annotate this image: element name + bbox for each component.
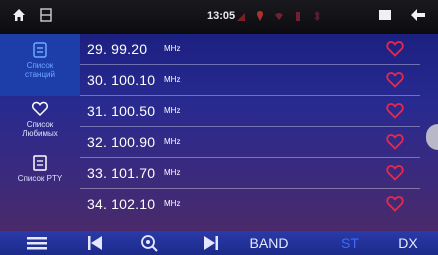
list-item[interactable]: 29. 99.20 MHz <box>80 34 420 65</box>
station-index: 31. <box>87 103 108 119</box>
clock: 13:05 <box>207 10 236 22</box>
frequency-unit: MHz <box>164 44 181 53</box>
scan-button[interactable] <box>134 231 164 255</box>
favorite-heart-icon[interactable] <box>386 133 404 150</box>
station-index: 30. <box>87 72 108 88</box>
list-item[interactable]: 30. 100.10 MHz <box>80 65 420 96</box>
heart-outline-icon <box>32 101 48 117</box>
dx-button[interactable]: DX <box>390 231 426 255</box>
favorite-heart-icon[interactable] <box>386 71 404 88</box>
favorite-heart-icon[interactable] <box>386 40 404 57</box>
station-frequency: 100.50 <box>111 103 156 119</box>
sidebar-item-stations[interactable]: Список станций <box>0 34 80 96</box>
favorite-heart-icon[interactable] <box>386 102 404 119</box>
station-frequency: 100.90 <box>111 134 156 150</box>
location-icon <box>255 9 265 27</box>
next-icon <box>204 236 218 250</box>
window-icon[interactable] <box>378 8 392 27</box>
list-item[interactable]: 31. 100.50 MHz <box>80 96 420 127</box>
station-index: 29. <box>87 41 108 57</box>
station-index: 33. <box>87 165 108 181</box>
card-icon[interactable] <box>40 7 52 27</box>
scroll-handle[interactable] <box>426 124 438 150</box>
favorite-heart-icon[interactable] <box>386 164 404 181</box>
menu-icon <box>27 237 47 250</box>
next-button[interactable] <box>196 231 226 255</box>
signal-icon <box>236 9 246 27</box>
frequency-unit: MHz <box>164 137 181 146</box>
sidebar-item-favorites[interactable]: Список Любимых <box>0 100 80 152</box>
sidebar-item-pty[interactable]: Список PTY <box>0 154 80 194</box>
document-icon <box>33 155 47 171</box>
back-icon[interactable] <box>410 8 426 27</box>
stereo-button[interactable]: ST <box>334 231 366 255</box>
station-index: 32. <box>87 134 108 150</box>
list-item[interactable]: 32. 100.90 MHz <box>80 127 420 158</box>
scan-icon <box>141 235 158 252</box>
menu-button[interactable] <box>22 231 52 255</box>
previous-button[interactable] <box>80 231 110 255</box>
sidebar-item-label: Список PTY <box>17 174 63 183</box>
sidebar-item-label: Список Любимых <box>22 120 58 138</box>
main-panel: Список станций Список Любимых Список PTY… <box>0 34 438 231</box>
favorite-heart-icon[interactable] <box>386 195 404 212</box>
frequency-unit: MHz <box>164 106 181 115</box>
battery-icon <box>293 9 303 27</box>
band-label: BAND <box>249 235 289 251</box>
frequency-unit: MHz <box>164 75 181 84</box>
station-frequency: 99.20 <box>111 41 148 57</box>
status-bar: 13:05 <box>0 0 438 34</box>
list-item[interactable]: 34. 102.10 MHz <box>80 189 420 220</box>
list-item[interactable]: 33. 101.70 MHz <box>80 158 420 189</box>
station-frequency: 102.10 <box>111 196 156 212</box>
band-button[interactable]: BAND <box>244 231 294 255</box>
dx-label: DX <box>398 235 418 251</box>
previous-icon <box>88 236 102 250</box>
station-frequency: 101.70 <box>111 165 156 181</box>
sidebar-item-label: Список станций <box>25 61 55 79</box>
stereo-label: ST <box>341 235 359 251</box>
frequency-unit: MHz <box>164 168 181 177</box>
bottom-toolbar: BAND ST DX <box>0 231 438 255</box>
list-icon <box>33 42 47 58</box>
bluetooth-icon <box>312 9 322 27</box>
station-frequency: 100.10 <box>111 72 156 88</box>
station-index: 34. <box>87 196 108 212</box>
sidebar: Список станций Список Любимых Список PTY <box>0 34 80 231</box>
station-list: 29. 99.20 MHz 30. 100.10 MHz 31. 100.50 … <box>80 34 420 231</box>
home-icon[interactable] <box>12 8 26 27</box>
wifi-icon <box>274 9 284 27</box>
frequency-unit: MHz <box>164 199 181 208</box>
